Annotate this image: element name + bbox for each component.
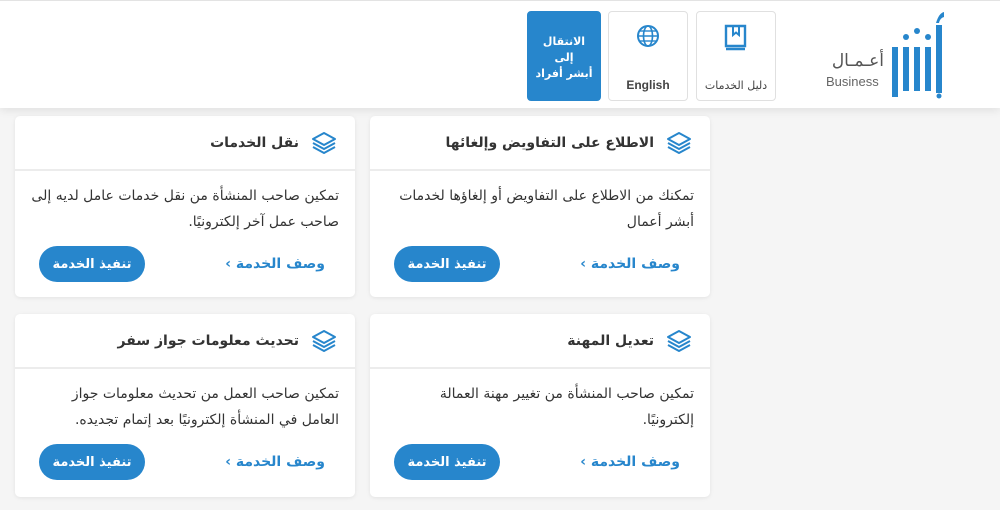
service-card: تعديل المهنة تمكين صاحب المنشأة من تغيير… xyxy=(370,314,710,497)
service-description: تمكين صاحب العمل من تحديث معلومات جواز ا… xyxy=(71,386,339,428)
service-card: الاطلاع على التفاويض وإلغائها تمكنك من ا… xyxy=(370,116,710,297)
service-description: تمكين صاحب المنشأة من تغيير مهنة العمالة… xyxy=(439,386,694,428)
language-label: English xyxy=(626,78,670,92)
service-card: نقل الخدمات تمكين صاحب المنشأة من نقل خد… xyxy=(15,116,355,297)
service-description-link[interactable]: وصف الخدمة › xyxy=(225,256,325,272)
logo-english-text: Business xyxy=(826,74,879,89)
absher-logo-mark xyxy=(892,12,944,99)
service-title: تحديث معلومات جواز سفر xyxy=(117,332,299,349)
language-button[interactable]: English xyxy=(608,11,688,101)
service-card: تحديث معلومات جواز سفر تمكين صاحب العمل … xyxy=(15,314,355,497)
service-title: الاطلاع على التفاويض وإلغائها xyxy=(445,134,654,151)
services-guide-label: دليل الخدمات xyxy=(704,79,768,92)
layers-icon xyxy=(312,329,336,352)
run-service-button[interactable]: تنفيذ الخدمة xyxy=(394,444,500,480)
globe-icon xyxy=(637,25,659,47)
service-description-link[interactable]: وصف الخدمة › xyxy=(580,256,680,272)
services-guide-button[interactable]: دليل الخدمات xyxy=(696,11,776,101)
run-service-button[interactable]: تنفيذ الخدمة xyxy=(39,444,145,480)
run-service-button[interactable]: تنفيذ الخدمة xyxy=(394,246,500,282)
book-icon xyxy=(724,24,747,51)
service-description: تمكنك من الاطلاع على التفاويض أو إلغاؤها… xyxy=(399,188,694,230)
header: أعـمـال Business دليل الخدمات English ال… xyxy=(0,0,1000,108)
service-title: تعديل المهنة xyxy=(567,332,654,349)
absher-business-logo[interactable]: أعـمـال Business xyxy=(826,11,956,99)
layers-icon xyxy=(667,131,691,154)
run-service-button[interactable]: تنفيذ الخدمة xyxy=(39,246,145,282)
go-to-absher-individuals-button[interactable]: الانتقال إلى أبشر أفراد xyxy=(527,11,601,101)
service-title: نقل الخدمات xyxy=(210,134,299,151)
layers-icon xyxy=(312,131,336,154)
individuals-label-line1: الانتقال إلى xyxy=(542,35,586,64)
service-description-link[interactable]: وصف الخدمة › xyxy=(580,454,680,470)
logo-arabic-text: أعـمـال xyxy=(831,51,884,71)
service-description-link[interactable]: وصف الخدمة › xyxy=(225,454,325,470)
individuals-label-line2: أبشر أفراد xyxy=(535,67,593,80)
service-description: تمكين صاحب المنشأة من نقل خدمات عامل لدي… xyxy=(31,188,339,230)
layers-icon xyxy=(667,329,691,352)
